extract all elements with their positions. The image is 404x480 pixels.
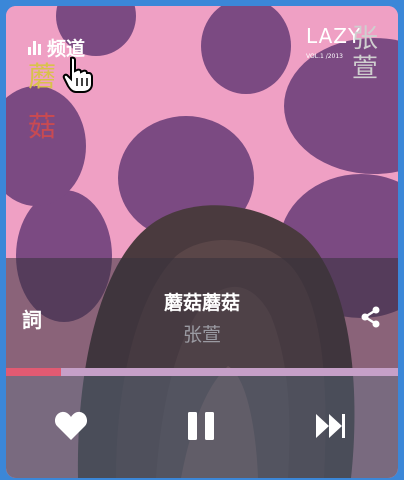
- share-icon[interactable]: [360, 306, 382, 328]
- music-player-card: 蘑 菇 LAZY VOL.1 /2013 张萱 频道 詞 蘑菇蘑菇 张萱: [6, 6, 398, 478]
- playback-controls: [6, 376, 398, 478]
- pause-icon[interactable]: [186, 410, 216, 442]
- album-subtitle: VOL.1 /2013: [306, 53, 343, 60]
- art-char-2: 菇: [28, 110, 56, 143]
- progress-bar[interactable]: [6, 368, 398, 376]
- now-playing-info: 詞 蘑菇蘑菇 张萱: [6, 258, 398, 368]
- fast-forward-icon[interactable]: [314, 410, 346, 442]
- song-title: 蘑菇蘑菇: [163, 292, 240, 314]
- song-artist: 张萱: [182, 324, 221, 346]
- album-artist-vertical: 张萱: [352, 24, 379, 84]
- progress-fill: [6, 368, 61, 376]
- heart-icon[interactable]: [54, 410, 88, 442]
- art-char-1: 蘑: [28, 60, 56, 93]
- hand-cursor-icon: [62, 56, 93, 93]
- channel-bars-icon: [28, 40, 41, 55]
